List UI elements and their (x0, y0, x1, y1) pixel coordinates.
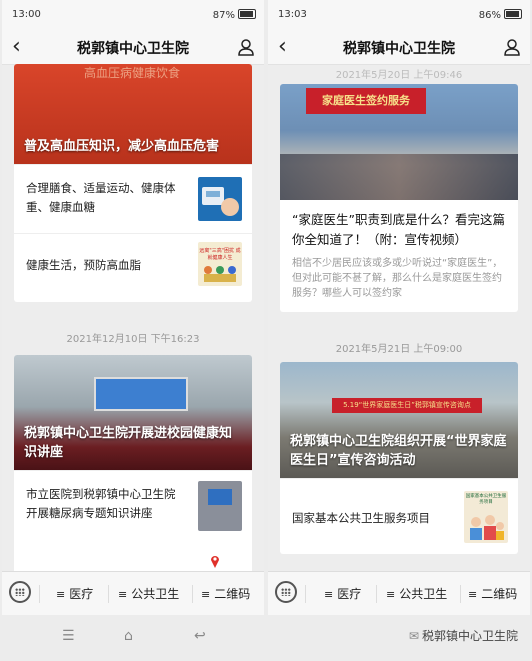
user-icon[interactable] (502, 37, 522, 57)
menu-icon: ≡ (56, 588, 66, 601)
cover-title: 普及高血压知识，减少高血压危害 (24, 139, 220, 154)
page-title: 税郭镇中心卫生院 (343, 41, 455, 57)
article-card[interactable]: 家庭医生签约服务 “家庭医生”职责到底是什么？看完这篇你全知道了！（附：宣传视频… (280, 84, 518, 312)
item-thumbnail: 远离"三高"困扰 成就健康人生 (198, 242, 242, 286)
item-title: 国家基本公共卫生服务项目 (292, 511, 430, 525)
menu-icon: ≡ (324, 588, 334, 601)
back-nav-icon[interactable]: ↩ (194, 628, 206, 644)
bottom-menu: ≡ 医疗 ≡ 公共卫生 ≡ 二维码 (2, 571, 264, 616)
cover-image[interactable]: 5.19“世界家庭医生日”税郭镇宣传咨询点 税郭镇中心卫生院组织开展“世界家庭医… (280, 362, 518, 478)
article-feed: 高血压病健康饮食 普及高血压知识，减少高血压危害 合理膳食、适量运动、健康体重、… (2, 64, 264, 571)
tab-qr-code[interactable]: ≡ 二维码 (468, 585, 517, 602)
battery-icon (238, 9, 256, 19)
menu-icon: ≡ (118, 588, 128, 601)
battery-indicator: 86% (479, 9, 522, 21)
battery-level: 86% (478, 10, 501, 21)
wechat-icon: ✉ (408, 629, 419, 643)
menu-divider (305, 585, 306, 603)
tab-label: 二维码 (481, 587, 518, 601)
item-title: 合理膳食、适量运动、健康体重、健康血糖 (26, 181, 176, 214)
keyboard-icon[interactable] (9, 581, 31, 603)
tab-label: 公共卫生 (399, 587, 448, 601)
article-title: “家庭医生”职责到底是什么？看完这篇你全知道了！（附：宣传视频） (292, 212, 505, 247)
menu-divider (39, 585, 40, 603)
status-bar: 13:00 87% (2, 0, 264, 30)
article-card[interactable]: 税郭镇中心卫生院开展进校园健康知识讲座 市立医院到税郭镇中心卫生院开展糖尿病专题… (14, 355, 252, 571)
list-item[interactable]: 健康生活，预防高血脂 远离"三高"困扰 成就健康人生 (14, 233, 252, 298)
banner-text: 5.19“世界家庭医生日”税郭镇宣传咨询点 (332, 398, 482, 413)
menu-icon: ≡ (468, 588, 478, 601)
item-thumbnail: 国家基本公共卫生服务项目 (464, 491, 508, 543)
list-item[interactable]: 国家基本公共卫生服务项目 国家基本公共卫生服务项目 (280, 478, 518, 554)
tab-label: 医疗 (337, 587, 362, 601)
menu-divider (460, 585, 461, 603)
family-icon (470, 515, 504, 540)
menu-divider (108, 585, 109, 603)
crowd-image (280, 154, 518, 200)
article-summary: 相信不少居民应该或多或少听说过“家庭医生”，但对此可能不甚了解，那么什么是家庭医… (292, 258, 503, 299)
nav-bar: ‹ 税郭镇中心卫生院 (2, 30, 264, 65)
menu-icon: ≡ (386, 588, 396, 601)
publish-date: 2021年5月20日 上午09:46 (335, 70, 463, 81)
menu-icon: ≡ (201, 588, 211, 601)
left-phone: 13:00 87% ‹ 税郭镇中心卫生院 高血压病健康饮食 普及高血压知识，减少… (2, 0, 264, 661)
list-item[interactable]: 合理膳食、适量运动、健康体重、健康血糖 (14, 164, 252, 233)
watermark: ✉ 税郭镇中心卫生院 (409, 627, 518, 644)
blood-pressure-icon (202, 187, 239, 216)
cover-title: 税郭镇中心卫生院开展进校园健康知识讲座 (24, 426, 233, 460)
tab-qr-code[interactable]: ≡ 二维码 (201, 585, 250, 602)
publish-date: 2021年12月10日 下午16:23 (66, 334, 200, 345)
system-nav-bar: ☰ ⌂ ↩ (2, 615, 264, 661)
tab-label: 二维码 (214, 587, 251, 601)
menu-divider (192, 585, 193, 603)
menu-nav-icon[interactable]: ☰ (62, 628, 75, 644)
item-thumbnail (198, 481, 242, 531)
banner-text: 家庭医生签约服务 (306, 88, 426, 114)
user-icon[interactable] (236, 37, 256, 57)
item-title: 市立医院到税郭镇中心卫生院开展糖尿病专题知识讲座 (26, 487, 176, 520)
tab-medical[interactable]: ≡ 医疗 (324, 585, 361, 602)
keyboard-icon[interactable] (275, 581, 297, 603)
page-title: 税郭镇中心卫生院 (77, 41, 189, 57)
tab-label: 医疗 (69, 587, 94, 601)
menu-divider (376, 585, 377, 603)
article-card[interactable]: 高血压病健康饮食 普及高血压知识，减少高血压危害 合理膳食、适量运动、健康体重、… (14, 64, 252, 302)
location-pin-icon (210, 553, 220, 568)
publish-date: 2021年5月21日 上午09:00 (335, 344, 463, 355)
bottom-menu: ≡ 医疗 ≡ 公共卫生 ≡ 二维码 (268, 571, 530, 616)
list-item[interactable]: 市立医院到税郭镇中心卫生院开展糖尿病专题知识讲座 (14, 470, 252, 551)
home-icon[interactable]: ⌂ (124, 628, 133, 644)
tab-public-health[interactable]: ≡ 公共卫生 (118, 585, 179, 602)
item-thumbnail (198, 177, 242, 221)
right-phone: 13:03 86% ‹ 税郭镇中心卫生院 2021年5月20日 上午09:46 … (268, 0, 530, 661)
article-card[interactable]: 5.19“世界家庭医生日”税郭镇宣传咨询点 税郭镇中心卫生院组织开展“世界家庭医… (280, 362, 518, 554)
status-time: 13:03 (278, 9, 307, 20)
cover-image[interactable]: 家庭医生签约服务 (280, 84, 518, 200)
battery-level: 87% (212, 10, 235, 21)
status-time: 13:00 (12, 9, 41, 20)
thumb-caption: 远离"三高"困扰 成就健康人生 (199, 248, 241, 261)
lecture-screen (208, 489, 232, 505)
battery-indicator: 87% (213, 9, 256, 21)
nav-bar: ‹ 税郭镇中心卫生院 (268, 30, 530, 65)
people-icon (204, 266, 236, 282)
battery-icon (504, 9, 522, 19)
article-feed: 2021年5月20日 上午09:46 家庭医生签约服务 “家庭医生”职责到底是什… (268, 64, 530, 571)
projector-screen (94, 377, 188, 411)
item-title: 健康生活，预防高血脂 (26, 258, 141, 272)
cover-image[interactable]: 高血压病健康饮食 普及高血压知识，减少高血压危害 (14, 64, 252, 164)
tab-public-health[interactable]: ≡ 公共卫生 (386, 585, 447, 602)
watermark-text: 税郭镇中心卫生院 (421, 629, 518, 643)
cover-title: 税郭镇中心卫生院组织开展“世界家庭医生日”宣传咨询活动 (290, 434, 507, 468)
thumb-caption: 国家基本公共卫生服务项目 (465, 494, 507, 505)
status-bar: 13:03 86% (268, 0, 530, 30)
tab-medical[interactable]: ≡ 医疗 (56, 585, 93, 602)
cover-image[interactable]: 税郭镇中心卫生院开展进校园健康知识讲座 (14, 355, 252, 470)
banner-text: 高血压病健康饮食 (84, 66, 181, 80)
tab-label: 公共卫生 (131, 587, 180, 601)
